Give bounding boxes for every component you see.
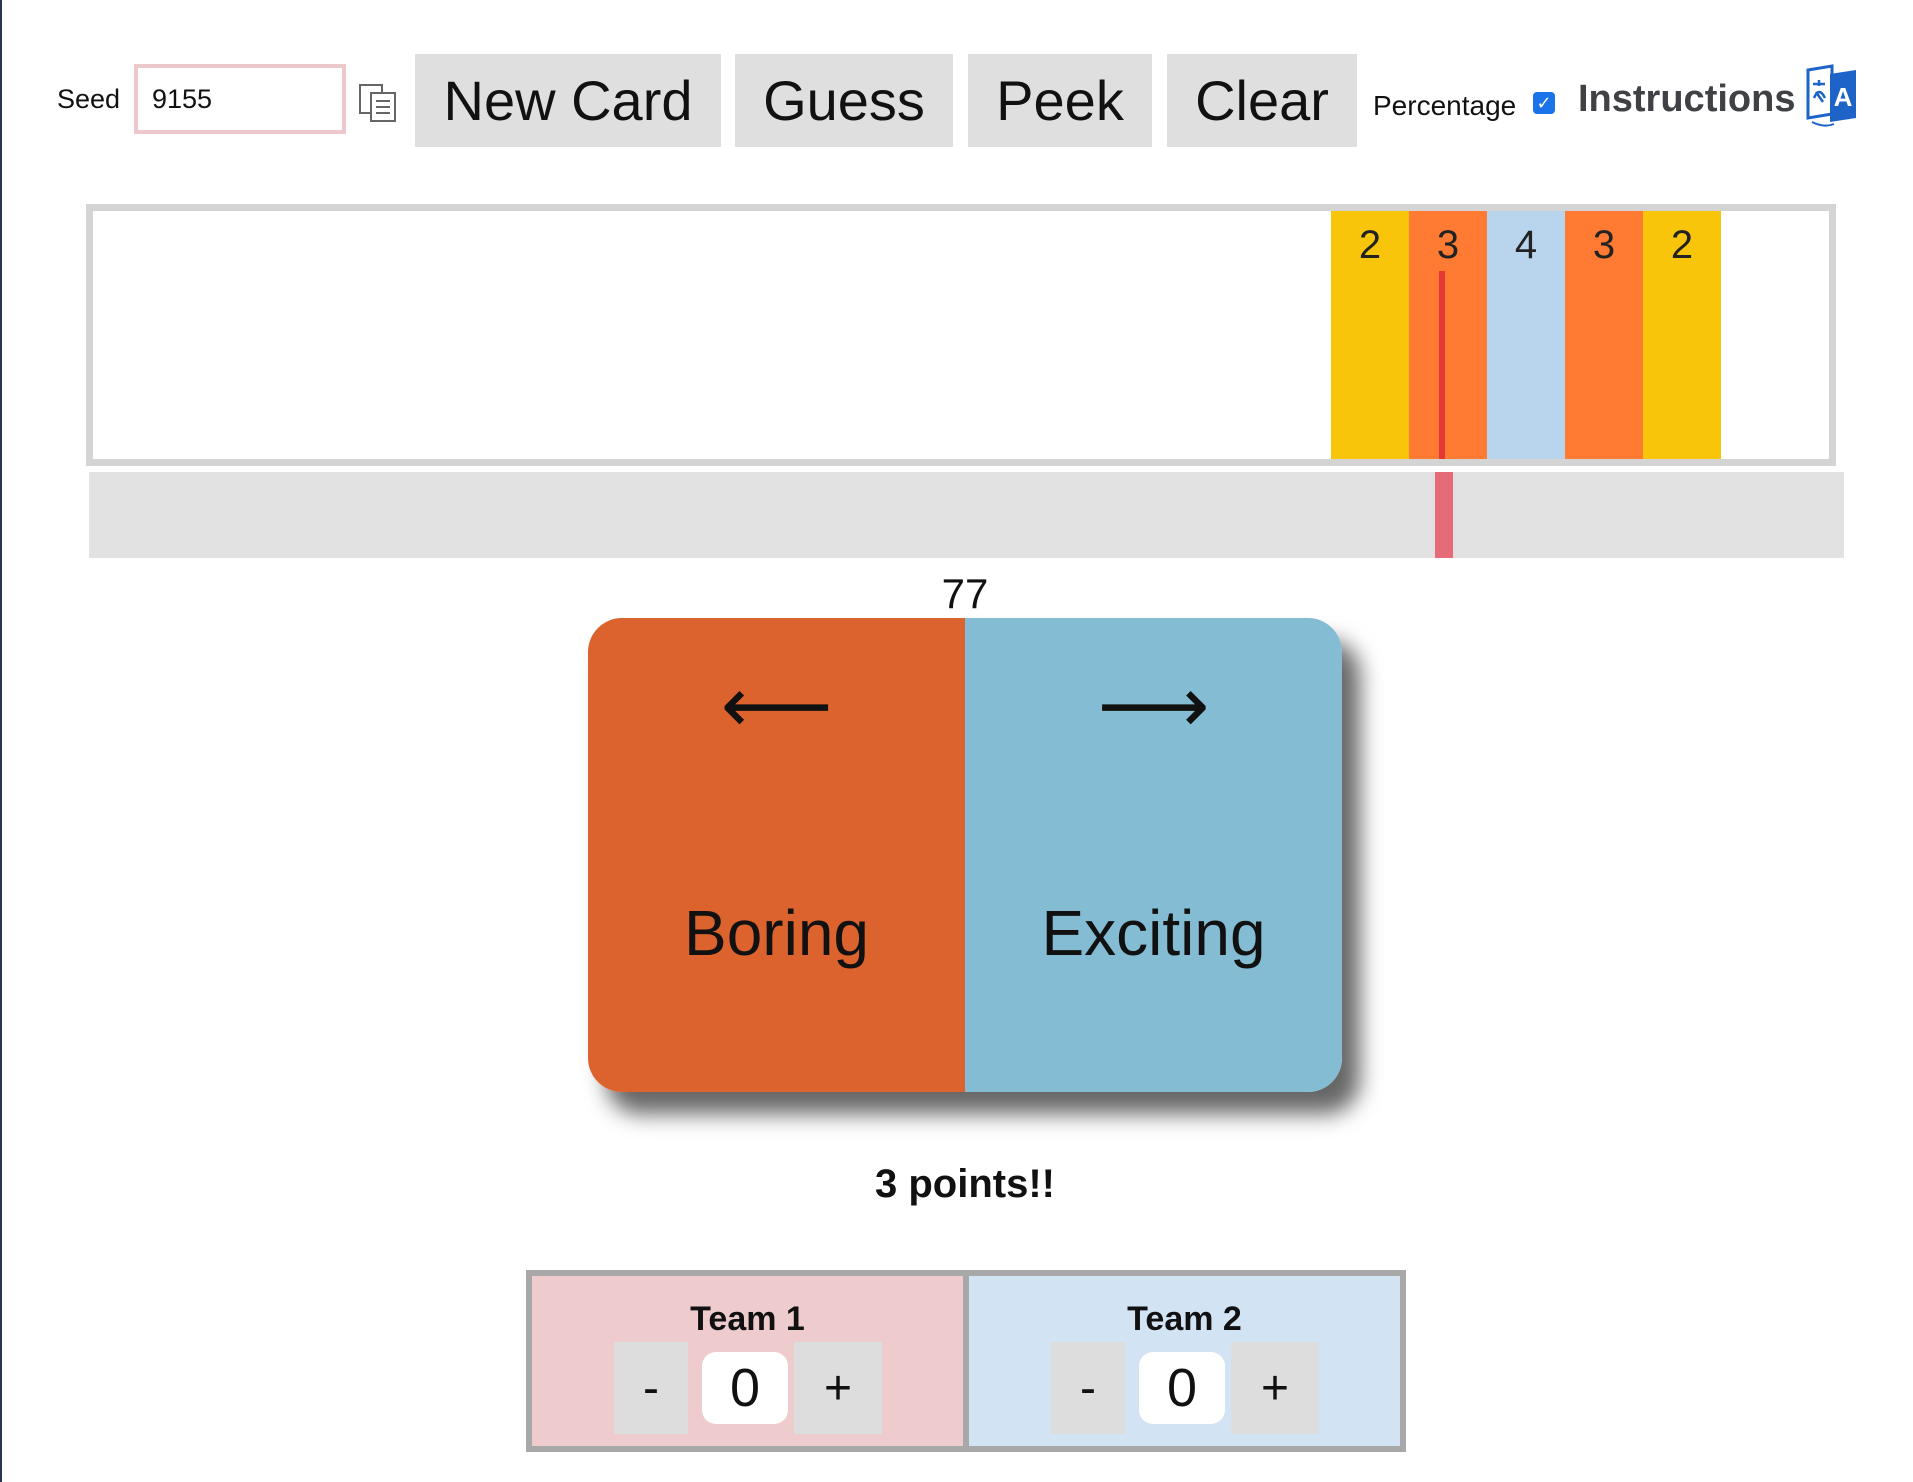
instructions-link[interactable]: Instructions xyxy=(1578,78,1795,121)
band-points-label: 2 xyxy=(1670,223,1694,267)
target-band: 2 xyxy=(1331,211,1409,459)
team-2-score: 0 xyxy=(1139,1352,1225,1424)
result-message: 3 points!! xyxy=(875,1162,1055,1206)
seed-input[interactable] xyxy=(134,64,346,134)
band-points-label: 2 xyxy=(1358,223,1382,267)
team-1-panel: Team 1 - 0 + xyxy=(532,1276,963,1446)
guess-slider[interactable] xyxy=(89,472,1844,558)
team-1-score: 0 xyxy=(702,1352,788,1424)
spectrum-card: ⟵ Boring ⟶ Exciting xyxy=(588,618,1342,1092)
scoreboard: Team 1 - 0 + Team 2 - 0 + xyxy=(526,1270,1406,1452)
team-1-minus-button[interactable]: - xyxy=(614,1342,688,1434)
percentage-checkbox[interactable]: ✓ xyxy=(1533,92,1555,114)
svg-text:A: A xyxy=(1834,82,1853,112)
slider-thumb[interactable] xyxy=(1435,472,1453,558)
card-left-half: ⟵ Boring xyxy=(588,618,965,1092)
card-left-label: Boring xyxy=(684,897,869,969)
card-right-label: Exciting xyxy=(1041,897,1266,969)
guess-button[interactable]: Guess xyxy=(735,54,953,147)
band-points-label: 3 xyxy=(1436,223,1460,267)
percentage-label: Percentage xyxy=(1373,90,1517,121)
right-arrow-icon: ⟶ xyxy=(1097,661,1210,749)
band-points-label: 4 xyxy=(1514,223,1538,267)
card-right-half: ⟶ Exciting xyxy=(965,618,1342,1092)
guess-needle xyxy=(1439,271,1445,459)
clear-button[interactable]: Clear xyxy=(1167,54,1357,147)
target-band: 2 xyxy=(1643,211,1721,459)
target-band: 4 xyxy=(1487,211,1565,459)
translate-icon[interactable]: A xyxy=(1804,64,1860,128)
team-1-plus-button[interactable]: + xyxy=(794,1342,882,1434)
team-name: Team 1 xyxy=(690,1300,805,1338)
team-2-panel: Team 2 - 0 + xyxy=(969,1276,1400,1446)
value-readout: 77 xyxy=(941,570,989,617)
target-bands: 2 3 4 3 2 xyxy=(1331,211,1721,459)
seed-label: Seed xyxy=(57,84,121,114)
left-arrow-icon: ⟵ xyxy=(720,661,833,749)
band-points-label: 3 xyxy=(1592,223,1616,267)
team-2-minus-button[interactable]: - xyxy=(1051,1342,1125,1434)
target-band: 3 xyxy=(1409,211,1487,459)
team-2-plus-button[interactable]: + xyxy=(1231,1342,1319,1434)
team-name: Team 2 xyxy=(1127,1300,1242,1338)
dial: 2 3 4 3 2 xyxy=(86,204,1836,466)
copy-icon[interactable] xyxy=(357,82,399,124)
peek-button[interactable]: Peek xyxy=(968,54,1152,147)
target-band: 3 xyxy=(1565,211,1643,459)
window-edge xyxy=(0,0,2,1482)
new-card-button[interactable]: New Card xyxy=(415,54,721,147)
